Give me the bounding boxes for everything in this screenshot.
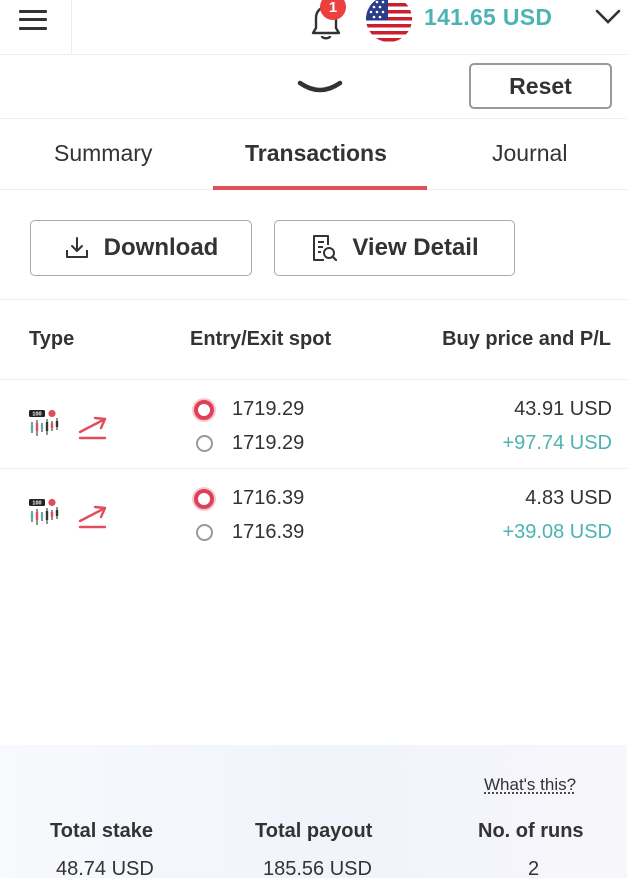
column-type: Type [29, 328, 75, 350]
tab-journal[interactable]: Journal [492, 140, 567, 167]
profit-loss: +39.08 USD [502, 521, 612, 543]
entry-spot: 1716.39 [194, 487, 304, 510]
exit-marker-icon [196, 435, 213, 452]
table-row[interactable]: 100 1719.29 1719.29 43.91 USD +97.74 USD [0, 381, 627, 469]
entry-spot-value: 1719.29 [232, 398, 305, 420]
table-header: Type Entry/Exit spot Buy price and P/L [0, 300, 627, 380]
rise-arrow-icon [78, 505, 107, 529]
entry-spot: 1719.29 [194, 398, 304, 421]
summary-footer: What's this? Total stake 48.74 USD Total… [0, 745, 627, 878]
view-detail-button[interactable]: View Detail [274, 220, 515, 276]
collapse-chevron-icon[interactable] [296, 75, 344, 97]
document-search-icon [313, 235, 338, 262]
hamburger-icon [18, 9, 47, 30]
total-payout-label: Total payout [255, 820, 373, 842]
tab-transactions[interactable]: Transactions [245, 140, 387, 167]
rise-arrow-icon [78, 416, 107, 440]
entry-marker-icon [194, 399, 214, 420]
view-detail-label: View Detail [352, 234, 479, 261]
profit-loss: +97.74 USD [502, 432, 612, 454]
runs-label: No. of runs [478, 820, 584, 842]
chart-100-icon: 100 [29, 409, 59, 436]
column-buy-price-pl: Buy price and P/L [442, 328, 611, 350]
buy-price: 4.83 USD [525, 487, 612, 509]
action-bar: Download View Detail [0, 192, 627, 300]
exit-spot-value: 1719.29 [232, 432, 305, 454]
total-payout-value: 185.56 USD [263, 858, 372, 878]
table-row[interactable]: 100 1716.39 1716.39 4.83 USD +39.08 USD [0, 470, 627, 558]
entry-spot-value: 1716.39 [232, 487, 305, 509]
tab-bar: Summary Transactions Journal [0, 120, 627, 190]
exit-spot: 1719.29 [194, 432, 304, 455]
reset-button[interactable]: Reset [469, 63, 612, 109]
buy-price: 43.91 USD [514, 398, 612, 420]
svg-text:100: 100 [32, 412, 41, 418]
exit-marker-icon [196, 524, 213, 541]
svg-text:100: 100 [32, 501, 41, 507]
total-stake-label: Total stake [50, 820, 153, 842]
tab-summary[interactable]: Summary [54, 140, 152, 167]
download-label: Download [103, 234, 219, 261]
whats-this-link[interactable]: What's this? [484, 775, 576, 795]
account-balance[interactable]: 141.65 USD [424, 4, 552, 31]
chevron-down-icon[interactable] [594, 6, 622, 28]
us-flag-icon[interactable] [366, 0, 412, 42]
exit-spot: 1716.39 [194, 521, 304, 544]
control-bar: Reset [0, 57, 627, 119]
active-tab-indicator [213, 186, 427, 190]
app-header: 1 141.65 USD [0, 0, 627, 55]
runs-value: 2 [528, 858, 540, 878]
total-stake-value: 48.74 USD [56, 858, 154, 878]
download-button[interactable]: Download [30, 220, 252, 276]
hamburger-menu-button[interactable] [0, 0, 72, 55]
column-entry-exit-spot: Entry/Exit spot [190, 328, 332, 350]
download-icon [65, 237, 88, 258]
entry-marker-icon [194, 488, 214, 509]
exit-spot-value: 1716.39 [232, 521, 305, 543]
chart-100-icon: 100 [29, 498, 59, 525]
